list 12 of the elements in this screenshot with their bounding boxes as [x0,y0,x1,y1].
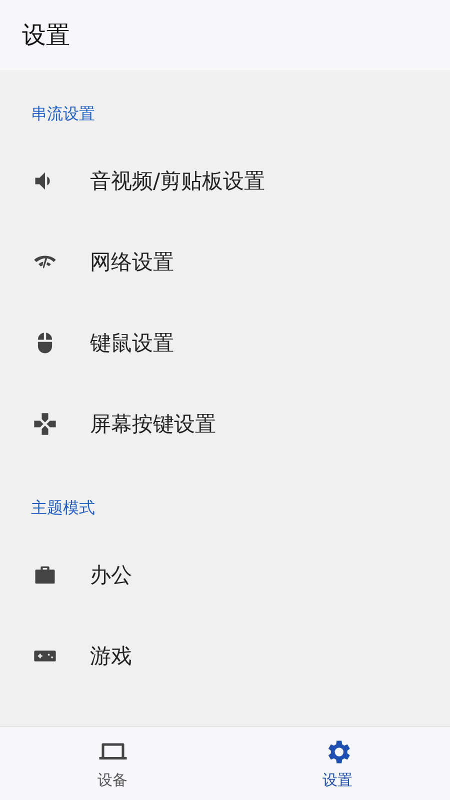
nav-tab[interactable]: 设置 [225,727,450,800]
settings-item[interactable]: 键鼠设置 [0,302,450,383]
settings-item[interactable]: 音视频/剪贴板设置 [0,140,450,221]
settings-item[interactable]: 屏幕按键设置 [0,383,450,464]
page-title: 设置 [22,20,70,51]
settings-item[interactable]: 网络设置 [0,221,450,302]
section-header: 串流设置 [31,104,95,123]
section-header: 主题模式 [31,498,95,517]
dpad-icon [32,410,58,436]
settings-item[interactable]: 游戏 [0,615,450,696]
settings-item[interactable]: 办公 [0,534,450,615]
nav-tab[interactable]: 设备 [0,727,225,800]
